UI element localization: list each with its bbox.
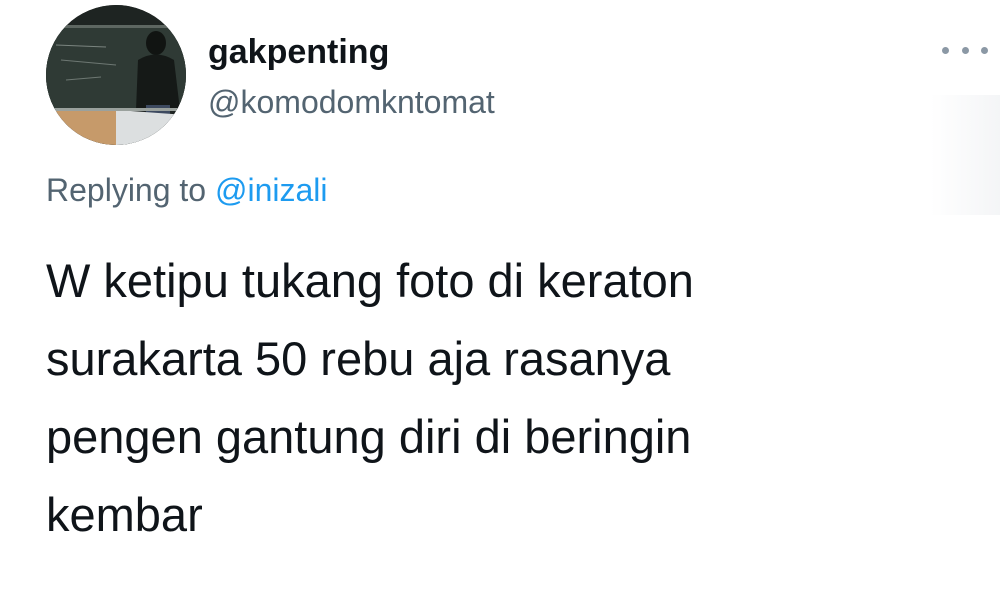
avatar[interactable] [46, 5, 186, 145]
reply-mention-link[interactable]: @inizali [215, 172, 328, 208]
author-display-name[interactable]: gakpenting [208, 32, 389, 72]
author-handle[interactable]: @komodomkntomat [208, 82, 495, 122]
tweet-text-line: surakarta 50 rebu aja rasanya [46, 332, 671, 385]
tweet-text: W ketipu tukang foto di keraton surakart… [46, 242, 936, 554]
tweet-text-line: W ketipu tukang foto di keraton [46, 254, 694, 307]
tweet: gakpenting @komodomkntomat Replying to @… [0, 0, 1000, 592]
more-horizontal-icon [942, 46, 949, 54]
more-horizontal-icon-dot [961, 46, 969, 54]
more-horizontal-icon-dot [981, 46, 988, 54]
replying-to: Replying to @inizali [46, 170, 328, 210]
tweet-text-line: pengen gantung diri di beringin [46, 410, 692, 463]
replying-to-label: Replying to [46, 172, 207, 208]
avatar-photo [46, 5, 186, 145]
tweet-text-line: kembar [46, 488, 203, 541]
more-options-button[interactable] [942, 36, 988, 64]
edge-shadow [930, 95, 1000, 215]
